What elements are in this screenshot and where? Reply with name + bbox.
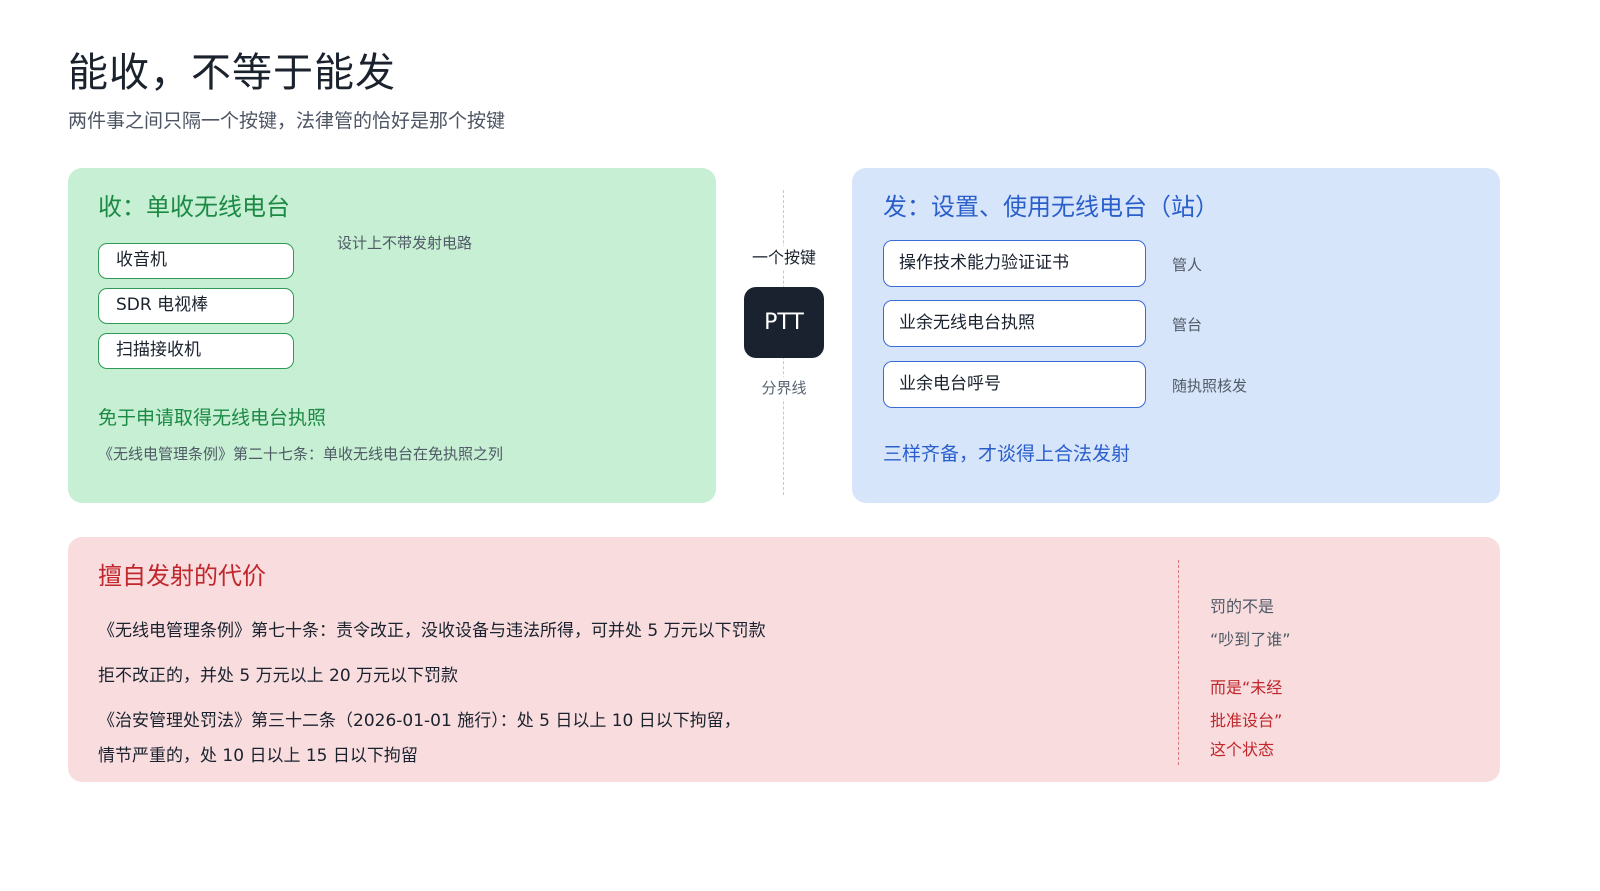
requirement-callsign: 业余电台呼号	[883, 361, 1146, 408]
penalty-line-detention: 《治安管理处罚法》第三十二条（2026-01-01 施行）：处 5 日以上 10…	[98, 711, 741, 731]
license-exempt-text: 免于申请取得无线电台执照	[98, 407, 327, 429]
transmit-summary: 三样齐备，才谈得上合法发射	[883, 443, 1131, 465]
side-note-gray-2: “吵到了谁”	[1210, 630, 1291, 649]
device-radio: 收音机	[98, 243, 294, 279]
requirement-operator-certificate: 操作技术能力验证证书	[883, 240, 1146, 287]
penalty-divider	[1178, 560, 1179, 765]
penalty-line-refusal: 拒不改正的，并处 5 万元以上 20 万元以下罚款	[98, 666, 459, 686]
requirement-station-license: 业余无线电台执照	[883, 300, 1146, 347]
ptt-key: PTT	[744, 287, 824, 358]
side-note-gray-1: 罚的不是	[1210, 597, 1275, 616]
transmit-heading: 发：设置、使用无线电台（站）	[883, 193, 1219, 221]
boundary-label: 分界线	[742, 377, 826, 399]
receive-law-citation: 《无线电管理条例》第二十七条：单收无线电台在免执照之列	[98, 445, 504, 463]
side-note-red-2: 批准设台”	[1210, 711, 1283, 730]
device-sdr-dongle: SDR 电视棒	[98, 288, 294, 324]
receive-heading: 收：单收无线电台	[98, 193, 290, 221]
receive-note: 设计上不带发射电路	[337, 234, 473, 252]
penalty-line-fine: 《无线电管理条例》第七十条：责令改正，没收设备与违法所得，可并处 5 万元以下罚…	[98, 621, 766, 641]
penalty-line-severe: 情节严重的，处 10 日以上 15 日以下拘留	[98, 746, 418, 766]
page-subtitle: 两件事之间只隔一个按键，法律管的恰好是那个按键	[68, 110, 506, 132]
requirement-note-callsign: 随执照核发	[1172, 377, 1248, 395]
page-title: 能收，不等于能发	[68, 50, 396, 96]
penalty-heading: 擅自发射的代价	[98, 562, 266, 590]
device-scanner: 扫描接收机	[98, 333, 294, 369]
one-key-label: 一个按键	[742, 246, 826, 270]
side-note-red-3: 这个状态	[1210, 740, 1275, 759]
requirement-note-person: 管人	[1172, 256, 1203, 274]
side-note-red-1: 而是“未经	[1210, 678, 1283, 697]
requirement-note-station: 管台	[1172, 316, 1203, 334]
